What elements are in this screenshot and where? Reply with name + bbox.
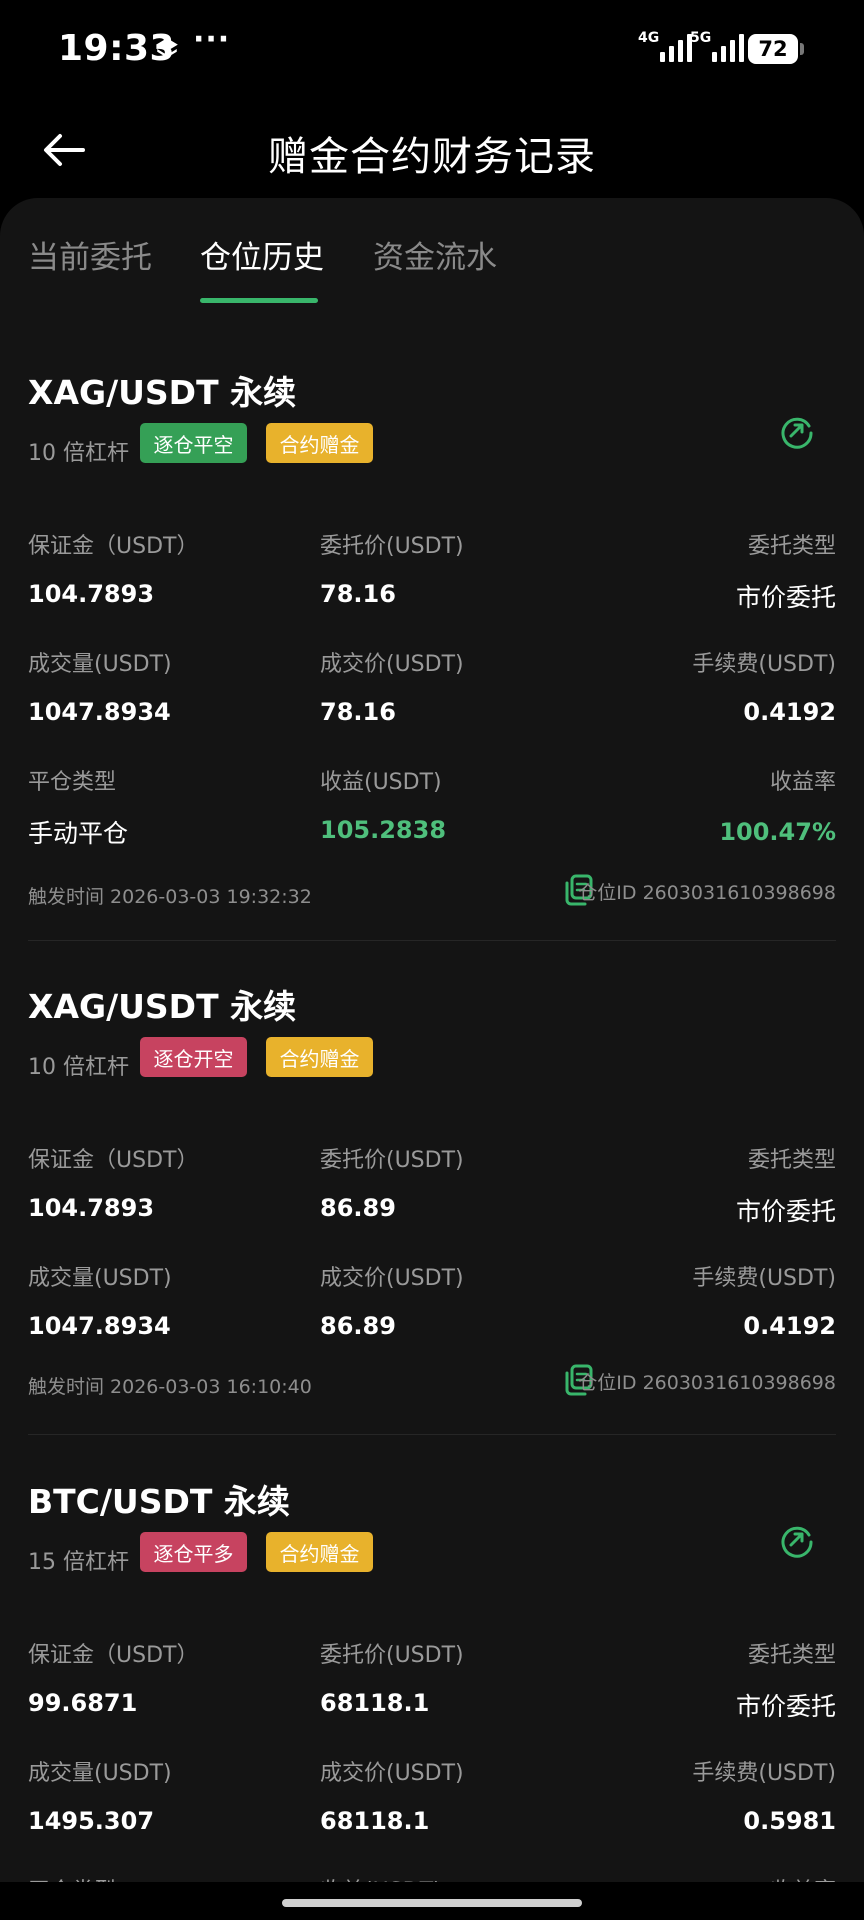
order-type-label: 委托类型 [747,1148,836,1173]
position-record: BTC/USDT 永续 15 倍杠杆 逐仓平多 合约赠金 保证金（USDT） 委… [0,1475,864,1920]
leverage-label: 10 倍杠杆 [28,1055,129,1080]
fill-price-value: 68118.1 [320,1807,430,1835]
tag-position-action: 逐仓平多 [140,1532,247,1572]
more-status-icon: ··· [193,22,231,57]
volume-value: 1047.8934 [28,1312,171,1340]
share-icon[interactable] [778,412,816,450]
position-record: XAG/USDT 永续 10 倍杠杆 逐仓平空 合约赠金 保证金（USDT） 委… [0,366,864,908]
leverage-label: 15 倍杠杆 [28,1550,129,1575]
status-bar: 19:33 ··· 4G 5G 72 [0,0,864,100]
pnl-label: 收益(USDT) [320,770,442,795]
margin-value: 104.7893 [28,580,155,608]
pair-title: BTC/USDT 永续 [28,1482,290,1521]
roi-label: 收益率 [769,770,836,795]
volume-label: 成交量(USDT) [28,652,172,677]
order-price-label: 委托价(USDT) [320,1643,464,1668]
page-title: 赠金合约财务记录 [268,134,596,180]
order-type-label: 委托类型 [747,534,836,559]
fee-value: 0.4192 [743,698,836,726]
fill-price-label: 成交价(USDT) [320,1266,464,1291]
order-type-value: 市价委托 [735,1197,836,1226]
fee-value: 0.5981 [743,1807,836,1835]
volume-label: 成交量(USDT) [28,1266,172,1291]
order-price-label: 委托价(USDT) [320,534,464,559]
tab-bar: 当前委托 仓位历史 资金流水 [0,198,864,308]
fill-price-label: 成交价(USDT) [320,1761,464,1786]
position-id: 仓位ID 2603031610398698 [578,1372,836,1394]
close-type-label: 平仓类型 [28,770,117,795]
trigger-time: 触发时间 2026-03-03 19:32:32 [28,886,312,908]
signal-5g-icon [712,32,744,62]
fill-price-value: 78.16 [320,698,396,726]
order-price-label: 委托价(USDT) [320,1148,464,1173]
record-divider [28,940,836,941]
margin-value: 104.7893 [28,1194,155,1222]
record-divider [28,1434,836,1435]
app-header: 赠金合约财务记录 [0,100,864,200]
order-type-value: 市价委托 [735,583,836,612]
close-type-value: 手动平仓 [28,819,129,848]
order-type-label: 委托类型 [747,1643,836,1668]
pair-title: XAG/USDT 永续 [28,987,297,1026]
tag-bonus: 合约赠金 [266,1532,373,1572]
tag-bonus: 合约赠金 [266,1037,373,1077]
tab-fund-flow[interactable]: 资金流水 [373,232,497,277]
fee-label: 手续费(USDT) [692,1266,836,1291]
active-tab-indicator [200,298,318,303]
order-price-value: 86.89 [320,1194,396,1222]
fill-price-label: 成交价(USDT) [320,652,464,677]
pnl-value: 105.2838 [320,816,447,844]
tag-bonus: 合约赠金 [266,423,373,463]
network-4g-label: 4G [638,30,660,46]
battery-icon: 72 [748,34,804,64]
order-type-value: 市价委托 [735,1692,836,1721]
tag-position-action: 逐仓开空 [140,1037,247,1077]
network-5g-label: 5G [690,30,712,46]
fee-label: 手续费(USDT) [692,1761,836,1786]
position-id: 仓位ID 2603031610398698 [578,882,836,904]
roi-value: 100.47% [719,818,836,846]
volume-value: 1495.307 [28,1807,155,1835]
volume-label: 成交量(USDT) [28,1761,172,1786]
trigger-time: 触发时间 2026-03-03 16:10:40 [28,1376,312,1398]
home-indicator[interactable] [282,1899,582,1907]
volume-value: 1047.8934 [28,698,171,726]
signal-4g-icon [660,32,692,62]
margin-label: 保证金（USDT） [28,1148,199,1173]
margin-value: 99.6871 [28,1689,138,1717]
position-record: XAG/USDT 永续 10 倍杠杆 逐仓开空 合约赠金 保证金（USDT） 委… [0,980,864,1400]
records-panel[interactable]: 当前委托 仓位历史 资金流水 XAG/USDT 永续 10 倍杠杆 逐仓平空 合… [0,198,864,1920]
layers-icon [156,38,178,58]
share-icon[interactable] [778,1521,816,1559]
margin-label: 保证金（USDT） [28,534,199,559]
leverage-label: 10 倍杠杆 [28,441,129,466]
order-price-value: 68118.1 [320,1689,430,1717]
tab-current-orders[interactable]: 当前委托 [28,232,152,277]
fee-label: 手续费(USDT) [692,652,836,677]
tab-position-history[interactable]: 仓位历史 [200,232,324,277]
tag-position-action: 逐仓平空 [140,423,247,463]
margin-label: 保证金（USDT） [28,1643,199,1668]
pair-title: XAG/USDT 永续 [28,373,297,412]
order-price-value: 78.16 [320,580,396,608]
fee-value: 0.4192 [743,1312,836,1340]
fill-price-value: 86.89 [320,1312,396,1340]
